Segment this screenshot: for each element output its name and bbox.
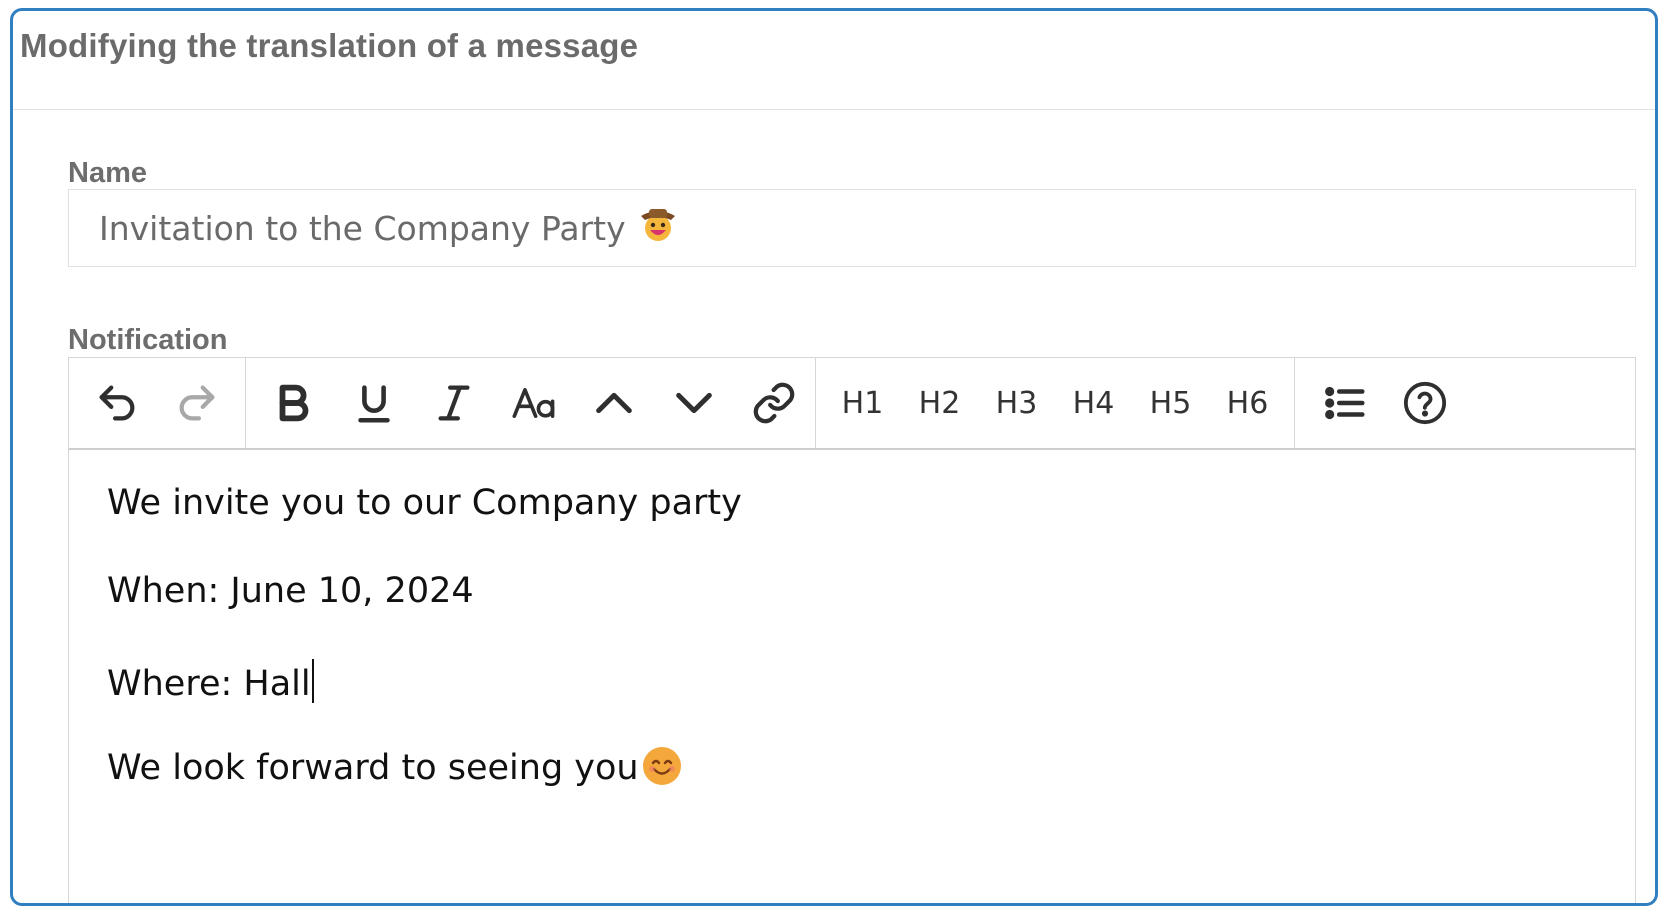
extra-group xyxy=(1295,358,1465,448)
content-line: Where: Hall xyxy=(107,664,311,704)
help-icon xyxy=(1403,381,1447,425)
heading-1-button[interactable]: H1 xyxy=(824,358,901,448)
text-caret xyxy=(311,659,314,703)
heading-4-button[interactable]: H4 xyxy=(1055,358,1132,448)
heading-3-button[interactable]: H3 xyxy=(978,358,1055,448)
undo-icon xyxy=(99,385,135,421)
heading-5-button[interactable]: H5 xyxy=(1132,358,1209,448)
content-line: When: June 10, 2024 xyxy=(107,571,474,611)
notification-label: Notification xyxy=(68,324,228,356)
name-label: Name xyxy=(68,157,147,189)
bold-button[interactable] xyxy=(254,358,334,448)
name-input[interactable]: Invitation to the Company Party xyxy=(68,189,1636,267)
bullet-list-button[interactable] xyxy=(1305,358,1385,448)
redo-icon xyxy=(179,385,215,421)
redo-button[interactable] xyxy=(157,358,237,448)
content-line: We invite you to our Company party xyxy=(107,483,742,523)
heading-6-button[interactable]: H6 xyxy=(1209,358,1286,448)
font-size-button[interactable] xyxy=(494,358,574,448)
underline-icon xyxy=(358,385,390,423)
undo-button[interactable] xyxy=(77,358,157,448)
chevron-down-icon xyxy=(676,392,712,414)
cowboy-emoji-icon xyxy=(638,204,678,252)
chevron-up-icon xyxy=(596,392,632,414)
content-line-last: We look forward to seeing you xyxy=(107,747,1605,788)
editor-toolbar: H1 H2 H3 H4 H5 H6 xyxy=(69,358,1635,450)
underline-button[interactable] xyxy=(334,358,414,448)
notification-editor[interactable]: H1 H2 H3 H4 H5 H6 We invite you to our C… xyxy=(68,357,1636,903)
translation-dialog: Modifying the translation of a message N… xyxy=(10,8,1658,906)
decrease-button[interactable] xyxy=(654,358,734,448)
link-icon xyxy=(753,382,795,424)
name-value: Invitation to the Company Party xyxy=(99,208,626,248)
help-button[interactable] xyxy=(1385,358,1465,448)
font-size-icon xyxy=(512,388,555,418)
editor-content[interactable]: We invite you to our Company party When:… xyxy=(107,483,1605,835)
heading-2-button[interactable]: H2 xyxy=(901,358,978,448)
dialog-title: Modifying the translation of a message xyxy=(20,27,639,64)
bold-icon xyxy=(279,384,309,422)
format-group xyxy=(246,358,816,448)
italic-icon xyxy=(438,385,470,421)
increase-button[interactable] xyxy=(574,358,654,448)
smiling-face-emoji-icon xyxy=(642,747,681,785)
content-line: We look forward to seeing you xyxy=(107,748,639,788)
heading-group: H1 H2 H3 H4 H5 H6 xyxy=(816,358,1295,448)
italic-button[interactable] xyxy=(414,358,494,448)
dialog-header: Modifying the translation of a message xyxy=(13,11,1655,110)
history-group xyxy=(69,358,246,448)
bullet-list-icon xyxy=(1325,386,1365,420)
content-line-cursor: Where: Hall xyxy=(107,659,1605,704)
link-button[interactable] xyxy=(734,358,814,448)
